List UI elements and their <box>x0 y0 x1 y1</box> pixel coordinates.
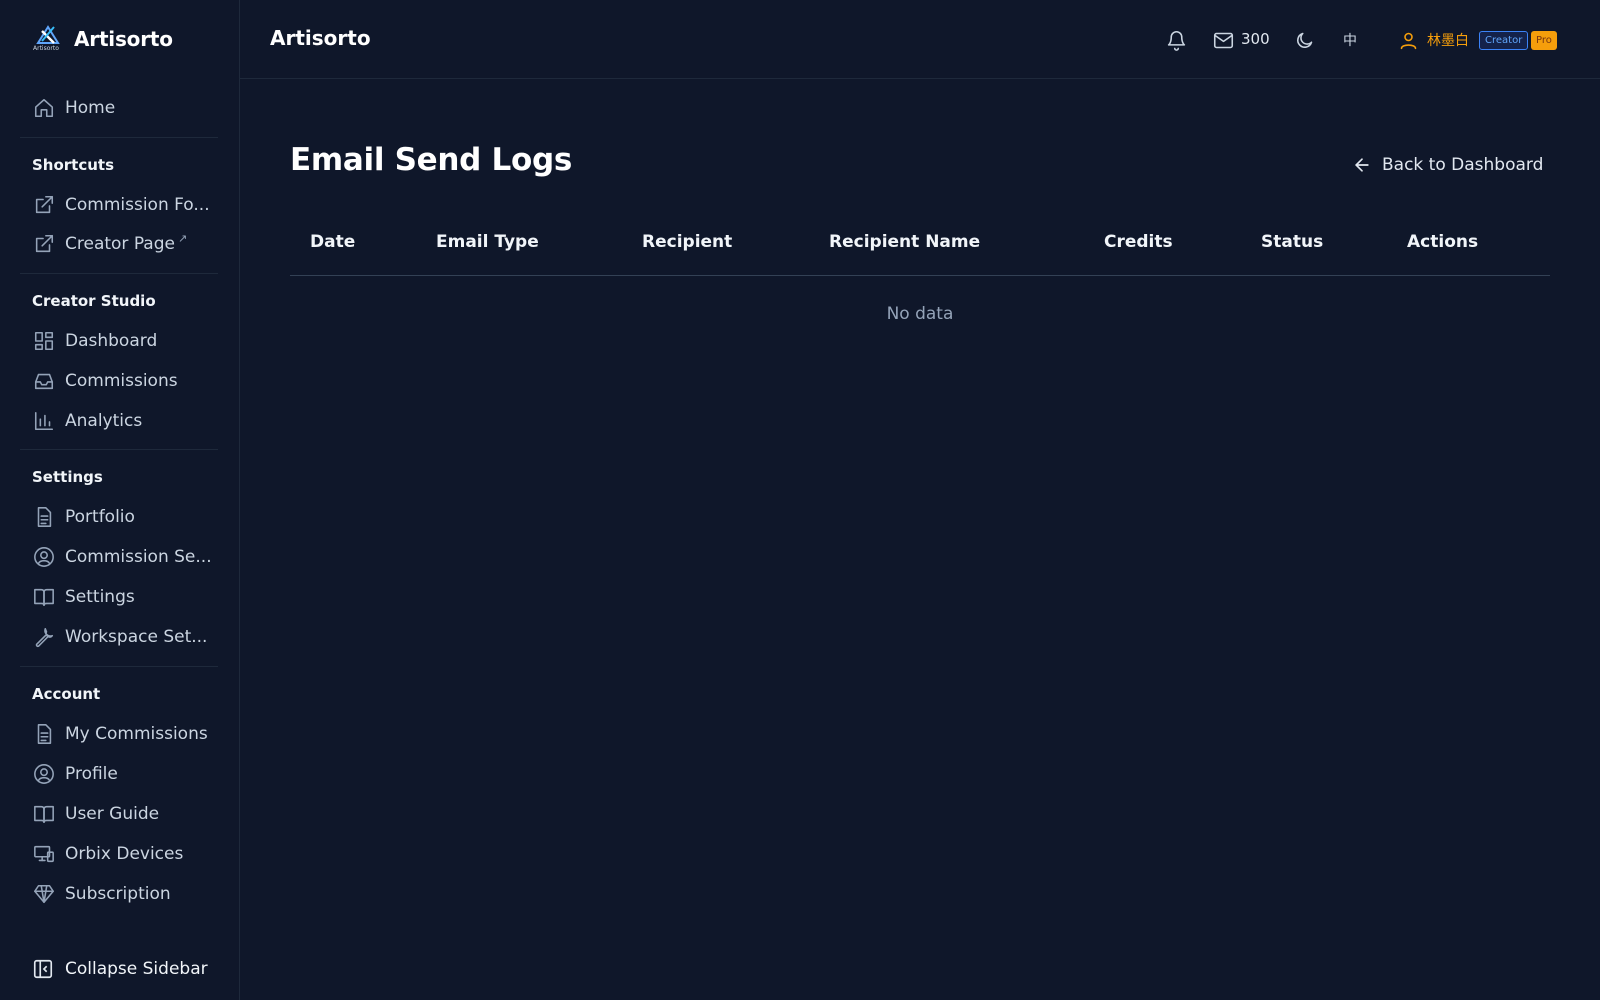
app-logo[interactable]: Artisorto Artisorto <box>32 22 173 56</box>
section-title-creator-studio: Creator Studio <box>32 292 156 310</box>
user-name[interactable]: 林墨白 <box>1427 30 1469 50</box>
sidebar-item-my-commissions[interactable]: My Commissions <box>32 720 212 748</box>
book-icon <box>32 585 56 609</box>
sidebar-item-label: Settings <box>65 587 135 607</box>
sidebar-item-commission-form[interactable]: Commission Fo... <box>32 191 212 219</box>
divider <box>20 273 218 274</box>
empty-state: No data <box>886 304 954 324</box>
bell-icon[interactable] <box>1164 28 1188 52</box>
wrench-icon <box>32 625 56 649</box>
sidebar-item-label: Creator Page <box>65 234 175 254</box>
sidebar-item-label: Profile <box>65 764 118 784</box>
sidebar-item-home[interactable]: Home <box>32 94 212 122</box>
top-bar: Artisorto 300 中 林墨白 Creator Pro <box>240 0 1600 79</box>
collapse-sidebar-button[interactable]: Collapse Sidebar <box>32 954 208 984</box>
external-arrow-icon: ↗ <box>177 231 188 245</box>
sidebar-item-label: Dashboard <box>65 331 158 351</box>
home-icon <box>32 96 56 120</box>
divider <box>20 449 218 450</box>
bar-chart-icon <box>32 409 56 433</box>
sidebar-item-creator-page[interactable]: Creator Page ↗ <box>32 230 212 258</box>
sidebar-item-label: Portfolio <box>65 507 135 527</box>
column-header-recipient: Recipient <box>642 232 733 252</box>
logo-icon: Artisorto <box>32 23 64 55</box>
sidebar-item-subscription[interactable]: Subscription <box>32 880 212 908</box>
moon-icon[interactable] <box>1292 28 1316 52</box>
sidebar-item-commission-settings[interactable]: Commission Se... <box>32 543 212 571</box>
divider <box>20 137 218 138</box>
user-circle-icon <box>32 545 56 569</box>
sidebar-item-analytics[interactable]: Analytics <box>32 407 212 435</box>
arrow-left-icon <box>1355 158 1369 172</box>
external-link-icon <box>32 232 56 256</box>
role-badge: Creator <box>1479 31 1529 50</box>
logo-caption: Artisorto <box>33 45 59 52</box>
sidebar-item-portfolio[interactable]: Portfolio <box>32 503 212 531</box>
back-to-dashboard-label: Back to Dashboard <box>1382 155 1544 175</box>
inbox-icon <box>32 369 56 393</box>
sidebar-item-dashboard[interactable]: Dashboard <box>32 327 212 355</box>
plan-badge: Pro <box>1531 31 1557 50</box>
sidebar-item-label: Orbix Devices <box>65 844 184 864</box>
sidebar-item-commissions[interactable]: Commissions <box>32 367 212 395</box>
divider <box>20 666 218 667</box>
section-title-settings: Settings <box>32 468 103 486</box>
collapse-sidebar-label: Collapse Sidebar <box>65 959 208 979</box>
sidebar: Artisorto Artisorto Home Shortcuts Commi… <box>0 0 240 1000</box>
section-title-account: Account <box>32 685 101 703</box>
email-logs-table: Date Email Type Recipient Recipient Name… <box>290 220 1550 324</box>
file-icon <box>32 505 56 529</box>
sidebar-item-workspace-settings[interactable]: Workspace Set... <box>32 623 212 651</box>
sidebar-item-label: Commission Se... <box>65 547 212 567</box>
collapse-sidebar-icon <box>32 957 56 981</box>
section-title-shortcuts: Shortcuts <box>32 156 115 174</box>
diamond-icon <box>32 882 56 906</box>
sidebar-item-label: Analytics <box>65 411 143 431</box>
sidebar-item-label: Commissions <box>65 371 178 391</box>
app-name: Artisorto <box>74 27 173 51</box>
mail-icon[interactable] <box>1211 28 1235 52</box>
sidebar-item-orbix-devices[interactable]: Orbix Devices <box>32 840 212 868</box>
column-header-status: Status <box>1261 232 1324 252</box>
sidebar-item-profile[interactable]: Profile <box>32 760 212 788</box>
sidebar-item-label: Workspace Set... <box>65 627 208 647</box>
back-to-dashboard-link[interactable]: Back to Dashboard <box>1352 152 1543 178</box>
column-header-date: Date <box>310 232 356 252</box>
sidebar-item-label: User Guide <box>65 804 160 824</box>
sidebar-item-label: Home <box>65 98 116 118</box>
file-icon <box>32 722 56 746</box>
book-icon <box>32 802 56 826</box>
column-header-actions: Actions <box>1407 232 1479 252</box>
sidebar-item-user-guide[interactable]: User Guide <box>32 800 212 828</box>
column-header-email-type: Email Type <box>436 232 539 252</box>
sidebar-item-settings[interactable]: Settings <box>32 583 212 611</box>
column-header-credits: Credits <box>1104 232 1173 252</box>
user-circle-icon <box>32 762 56 786</box>
top-bar-title: Artisorto <box>270 26 371 50</box>
sidebar-item-label: My Commissions <box>65 724 208 744</box>
mail-credit-count: 300 <box>1241 30 1270 48</box>
dashboard-icon <box>32 329 56 353</box>
sidebar-item-label: Subscription <box>65 884 171 904</box>
page-title: Email Send Logs <box>290 142 573 178</box>
sidebar-item-label: Commission Fo... <box>65 195 210 215</box>
devices-icon <box>32 842 56 866</box>
column-header-recipient-name: Recipient Name <box>829 232 981 252</box>
table-header: Date Email Type Recipient Recipient Name… <box>290 220 1550 276</box>
external-link-icon <box>32 193 56 217</box>
language-switcher[interactable]: 中 <box>1343 30 1357 50</box>
user-icon[interactable] <box>1396 28 1420 52</box>
